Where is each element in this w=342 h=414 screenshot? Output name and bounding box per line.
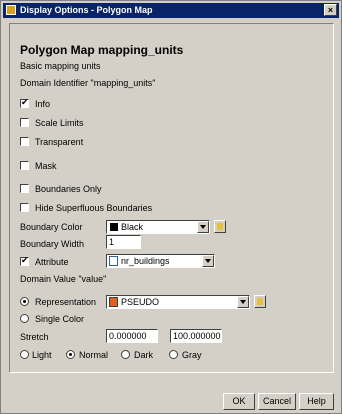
representation-select[interactable]: PSEUDO [106, 295, 250, 309]
attribute-select[interactable]: nr_buildings [106, 254, 215, 268]
attribute-value: nr_buildings [121, 256, 170, 266]
chevron-down-icon[interactable] [202, 255, 214, 267]
single-color-radio[interactable] [20, 314, 29, 323]
stretch-min-input[interactable]: 0.000000 [106, 329, 158, 343]
attribute-label: Attribute [35, 257, 69, 267]
mask-label: Mask [35, 161, 57, 171]
color-picker-button[interactable] [214, 220, 226, 233]
title-bar[interactable]: Display Options - Polygon Map × [3, 3, 339, 18]
app-icon [6, 5, 16, 15]
domain-identifier-label: Domain Identifier "mapping_units" [20, 78, 156, 88]
close-button[interactable]: × [324, 4, 337, 16]
hide-superfluous-checkbox[interactable] [20, 203, 29, 212]
normal-label: Normal [79, 350, 109, 360]
single-color-label: Single Color [35, 314, 85, 324]
color-swatch [110, 223, 118, 231]
mask-checkbox[interactable] [20, 161, 29, 170]
boundary-width-label: Boundary Width [20, 239, 85, 249]
info-checkbox[interactable] [20, 97, 29, 108]
boundary-width-input[interactable]: 1 [106, 235, 141, 249]
domain-value-label: Domain Value "value" [20, 274, 107, 284]
representation-radio[interactable] [20, 297, 29, 306]
ok-button[interactable]: OK [223, 393, 255, 410]
edit-representation-button[interactable] [254, 295, 266, 308]
help-button[interactable]: Help [299, 393, 334, 410]
boundary-color-value: Black [121, 222, 144, 232]
stretch-label: Stretch [20, 332, 49, 342]
chevron-down-icon[interactable] [237, 296, 249, 308]
window-title: Display Options - Polygon Map [20, 5, 153, 15]
stretch-max-input[interactable]: 100.000000 [170, 329, 222, 343]
map-subtitle: Basic mapping units [20, 61, 101, 71]
hide-superfluous-label: Hide Superfluous Boundaries [35, 203, 153, 213]
transparent-checkbox[interactable] [20, 137, 29, 146]
light-label: Light [32, 350, 52, 360]
representation-value: PSEUDO [121, 297, 160, 307]
cancel-button[interactable]: Cancel [258, 393, 296, 410]
representation-icon [109, 297, 118, 307]
table-icon [109, 256, 118, 266]
map-title: Polygon Map mapping_units [20, 43, 184, 57]
normal-radio[interactable] [66, 350, 75, 359]
gray-radio[interactable] [169, 350, 178, 359]
scale-limits-label: Scale Limits [35, 118, 84, 128]
transparent-label: Transparent [35, 137, 84, 147]
boundaries-only-checkbox[interactable] [20, 184, 29, 193]
light-radio[interactable] [20, 350, 29, 359]
dark-label: Dark [134, 350, 154, 360]
gray-label: Gray [182, 350, 202, 360]
boundary-color-select[interactable]: Black [106, 220, 210, 234]
dialog-window: Display Options - Polygon Map × Polygon … [0, 0, 342, 414]
boundary-color-label: Boundary Color [20, 222, 83, 232]
info-label: Info [35, 99, 51, 109]
options-panel: Polygon Map mapping_units Basic mapping … [9, 23, 334, 373]
attribute-checkbox[interactable] [20, 255, 29, 266]
scale-limits-checkbox[interactable] [20, 118, 29, 127]
dark-radio[interactable] [121, 350, 130, 359]
boundaries-only-label: Boundaries Only [35, 184, 102, 194]
representation-label: Representation [35, 297, 97, 307]
chevron-down-icon[interactable] [197, 221, 209, 233]
